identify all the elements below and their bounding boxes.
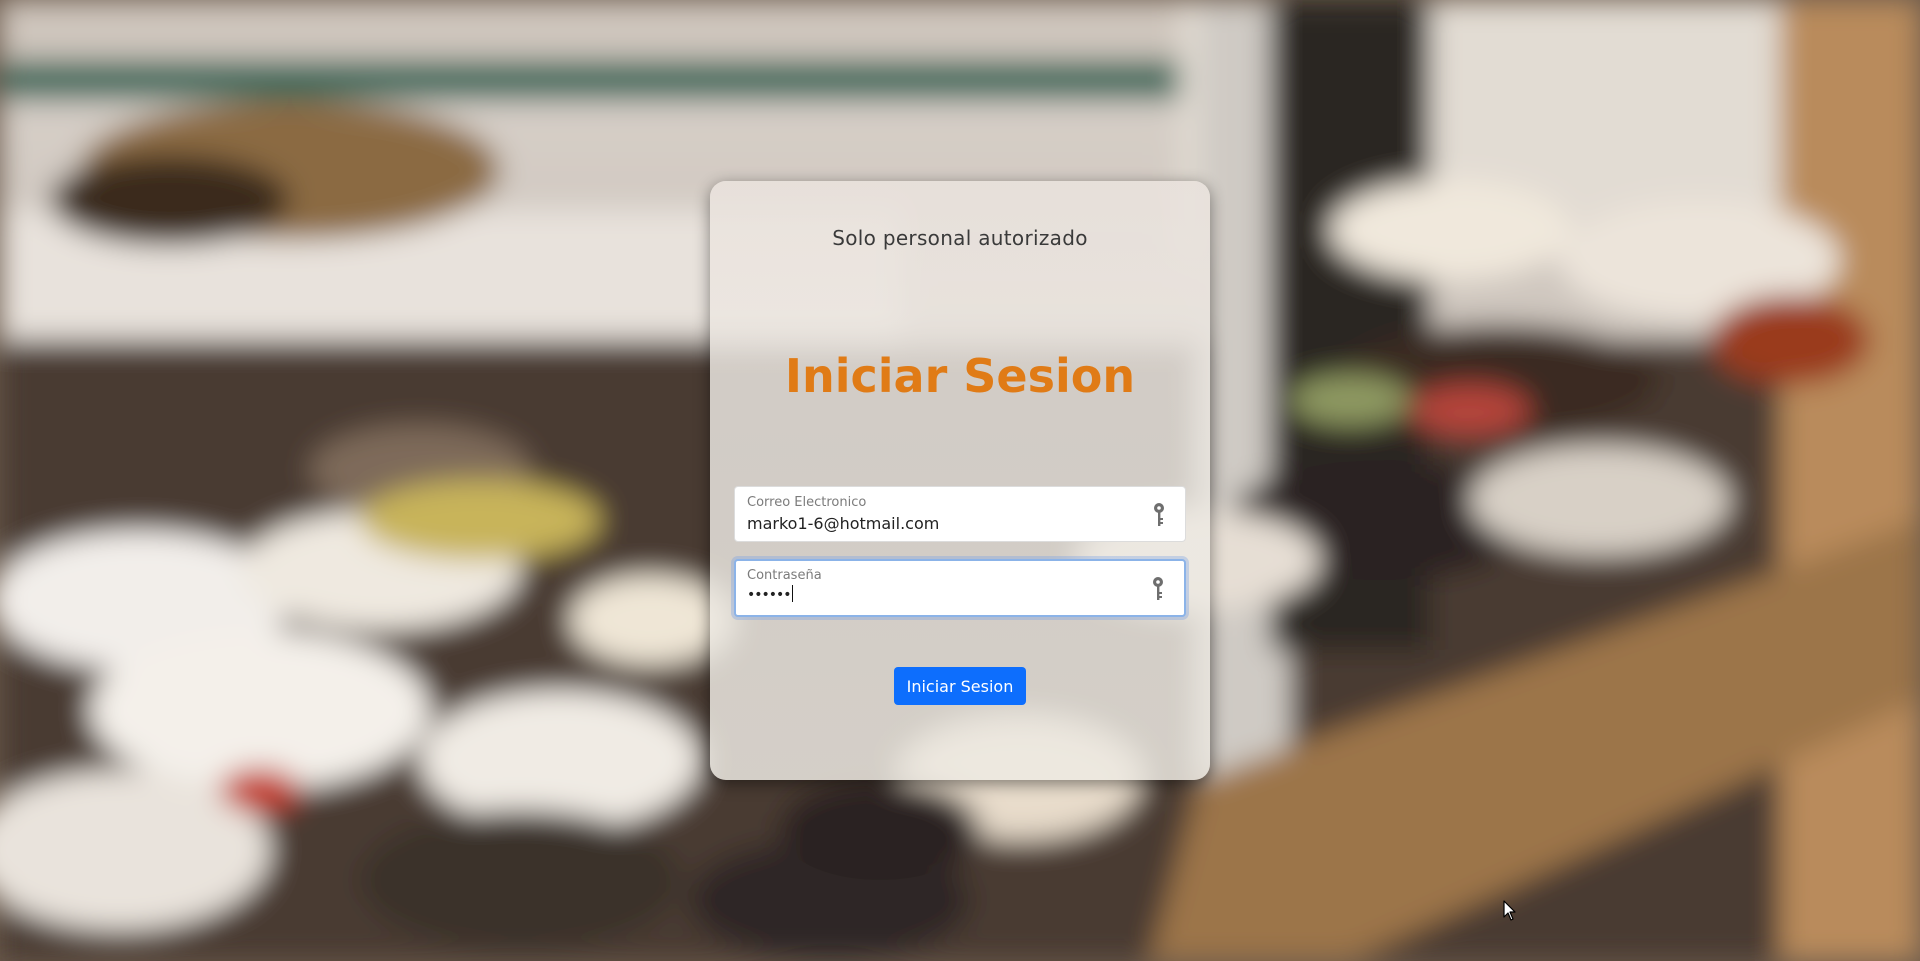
email-field[interactable]: Correo Electronico marko1-6@hotmail.com (734, 486, 1186, 542)
key-icon (1153, 577, 1163, 600)
login-submit-button[interactable]: Iniciar Sesion (894, 667, 1026, 705)
password-field[interactable]: Contraseña •••••• (734, 559, 1186, 617)
mouse-pointer-icon (1503, 900, 1516, 921)
login-subtitle: Solo personal autorizado (832, 226, 1088, 250)
email-field-label: Correo Electronico (747, 495, 867, 510)
login-title: Iniciar Sesion (784, 349, 1136, 403)
login-card: Solo personal autorizado Iniciar Sesion … (710, 181, 1210, 780)
key-icon (1154, 503, 1164, 526)
password-field-label: Contraseña (747, 568, 822, 583)
password-masked-value: •••••• (747, 587, 792, 603)
email-input[interactable]: marko1-6@hotmail.com (747, 514, 939, 533)
text-caret (791, 585, 793, 602)
password-input[interactable]: •••••• (747, 585, 793, 603)
